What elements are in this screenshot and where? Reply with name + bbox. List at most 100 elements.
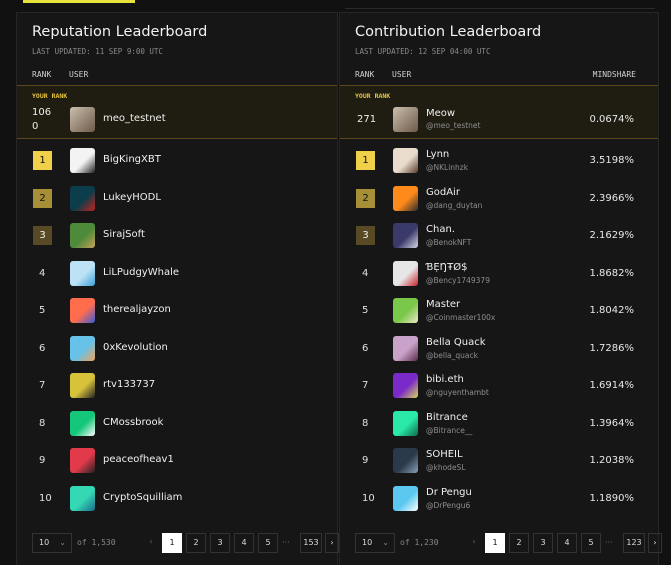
- page-button-3[interactable]: 3: [533, 533, 553, 553]
- your-rank-value-wrap: 0: [32, 121, 39, 132]
- rank-badge: 5: [362, 305, 369, 316]
- user-name[interactable]: BigKingXBT: [103, 154, 161, 165]
- mindshare-value: 1.8042%: [589, 305, 635, 316]
- page-button-5[interactable]: 5: [258, 533, 278, 553]
- user-name[interactable]: bibi.eth: [426, 374, 464, 385]
- page-button-4[interactable]: 4: [234, 533, 254, 553]
- user-name[interactable]: SOHEIL: [426, 449, 463, 460]
- avatar: [70, 410, 95, 436]
- avatar: [393, 148, 418, 173]
- table-row[interactable]: 2 GodAir @dang_duytan 2.3966%: [340, 181, 658, 217]
- per-page-value: 10: [39, 538, 50, 547]
- user-name[interactable]: CMossbrook: [103, 417, 163, 428]
- avatar: [393, 107, 418, 132]
- mindshare-value: 1.7286%: [589, 342, 635, 354]
- page-button-2[interactable]: 2: [509, 533, 529, 553]
- user-name[interactable]: Bitrance: [426, 412, 468, 423]
- table-row[interactable]: 8 Bitrance @Bitrance__ 1.3964%: [340, 406, 658, 442]
- column-header-user: USER: [392, 70, 412, 79]
- user-name[interactable]: SirajSoft: [103, 229, 145, 240]
- user-name[interactable]: CryptoSquilliam: [103, 492, 182, 503]
- table-row[interactable]: 6 0xKevolution: [17, 331, 337, 367]
- page-button-3[interactable]: 3: [210, 533, 230, 553]
- user-name[interactable]: peaceofheav1: [103, 454, 174, 465]
- user-handle: @bella_quack: [426, 350, 478, 360]
- user-handle: @dang_duytan: [426, 200, 483, 210]
- user-name[interactable]: 0xKevolution: [103, 342, 168, 353]
- user-name[interactable]: LukeyHODL: [103, 192, 161, 203]
- user-name[interactable]: Bella Quack: [426, 337, 486, 348]
- user-handle: @Bitrance__: [426, 425, 473, 435]
- mindshare-value: 1.2038%: [589, 455, 635, 466]
- user-name[interactable]: Lynn: [426, 149, 449, 160]
- rank-badge: 4: [362, 267, 369, 279]
- table-row[interactable]: 6 Bella Quack @bella_quack 1.7286%: [340, 331, 658, 367]
- mindshare-value: 2.3966%: [589, 192, 635, 204]
- table-row[interactable]: 7 bibi.eth @nguyenthambt 1.6914%: [340, 368, 658, 404]
- page-button-4[interactable]: 4: [557, 533, 577, 553]
- your-rank-label: YOUR RANK: [32, 92, 68, 100]
- user-handle: @khodeSL: [426, 463, 466, 472]
- avatar: [393, 185, 418, 211]
- user-name[interactable]: LiLPudgyWhale: [103, 267, 179, 278]
- table-row[interactable]: 10 Dr Pengu @DrPengu6 1.1890%: [340, 481, 658, 517]
- table-row[interactable]: 2 LukeyHODL: [17, 181, 337, 217]
- page-button-1[interactable]: 1: [485, 533, 505, 553]
- avatar: [70, 298, 95, 323]
- page-button-last[interactable]: 153: [300, 533, 322, 553]
- pagination-ellipsis: ···: [605, 538, 613, 547]
- mindshare-value: 1.8682%: [589, 267, 635, 279]
- page-button-last[interactable]: 123: [623, 533, 645, 553]
- next-page-button[interactable]: ›: [325, 533, 339, 553]
- table-row[interactable]: 7 rtv133737: [17, 368, 337, 404]
- table-row[interactable]: 9 peaceofheav1: [17, 443, 337, 479]
- table-row[interactable]: 1 Lynn @NKLinhzk 3.5198%: [340, 143, 658, 179]
- table-row[interactable]: 3 Chan. @BenokNFT 2.1629%: [340, 218, 658, 254]
- prev-page-button[interactable]: ‹: [144, 533, 158, 553]
- user-handle: @Coinmaster100x: [426, 313, 496, 322]
- page-button-5[interactable]: 5: [581, 533, 601, 553]
- rank-badge: 2: [356, 188, 375, 208]
- top-bar: [0, 0, 671, 10]
- avatar: [70, 448, 95, 473]
- panel-title: Contribution Leaderboard: [355, 24, 542, 40]
- user-name[interactable]: ƁẸŊŦØ$: [426, 262, 468, 273]
- table-row[interactable]: 4 LiLPudgyWhale: [17, 256, 337, 292]
- rank-badge: 1: [33, 151, 52, 170]
- rank-badge: 9: [39, 455, 46, 466]
- table-row[interactable]: 9 SOHEIL @khodeSL 1.2038%: [340, 443, 658, 479]
- user-name[interactable]: Chan.: [426, 224, 455, 235]
- avatar: [393, 373, 418, 398]
- table-row[interactable]: 5 Master @Coinmaster100x 1.8042%: [340, 293, 658, 329]
- rank-badge: 10: [362, 492, 375, 504]
- table-row[interactable]: 4 ƁẸŊŦØ$ @Bency1749379 1.8682%: [340, 256, 658, 292]
- user-name[interactable]: therealjayzon: [103, 304, 171, 315]
- per-page-select[interactable]: 10 ⌄: [32, 533, 72, 553]
- prev-page-button[interactable]: ‹: [467, 533, 481, 553]
- mindshare-value: 3.5198%: [589, 155, 635, 166]
- user-handle: @NKLinhzk: [426, 163, 469, 172]
- contribution-leaderboard-panel: Contribution Leaderboard LAST UPDATED: 1…: [339, 12, 662, 565]
- user-name[interactable]: rtv133737: [103, 379, 155, 390]
- mindshare-value: 2.1629%: [589, 230, 635, 241]
- user-name[interactable]: Master: [426, 299, 460, 310]
- avatar: [393, 410, 418, 436]
- table-row[interactable]: 5 therealjayzon: [17, 293, 337, 329]
- chevron-down-icon: ⌄: [382, 538, 389, 547]
- per-page-select[interactable]: 10 ⌄: [355, 533, 395, 553]
- user-name[interactable]: GodAir: [426, 187, 460, 198]
- table-row[interactable]: 3 SirajSoft: [17, 218, 337, 254]
- next-page-button[interactable]: ›: [648, 533, 662, 553]
- rank-badge: 9: [362, 455, 369, 466]
- rank-badge: 1: [356, 151, 375, 170]
- table-row[interactable]: 10 CryptoSquilliam: [17, 481, 337, 517]
- page-button-1[interactable]: 1: [162, 533, 182, 553]
- your-rank-row[interactable]: YOUR RANK 271 Meow @meo_testnet 0.0674%: [340, 85, 658, 139]
- table-row[interactable]: 1 BigKingXBT: [17, 143, 337, 179]
- rank-badge: 7: [39, 380, 46, 391]
- table-row[interactable]: 8 CMossbrook: [17, 406, 337, 442]
- rank-badge: 6: [362, 342, 369, 354]
- page-button-2[interactable]: 2: [186, 533, 206, 553]
- your-rank-row[interactable]: YOUR RANK 106 0 meo_testnet: [17, 85, 337, 139]
- user-name[interactable]: Dr Pengu: [426, 487, 472, 498]
